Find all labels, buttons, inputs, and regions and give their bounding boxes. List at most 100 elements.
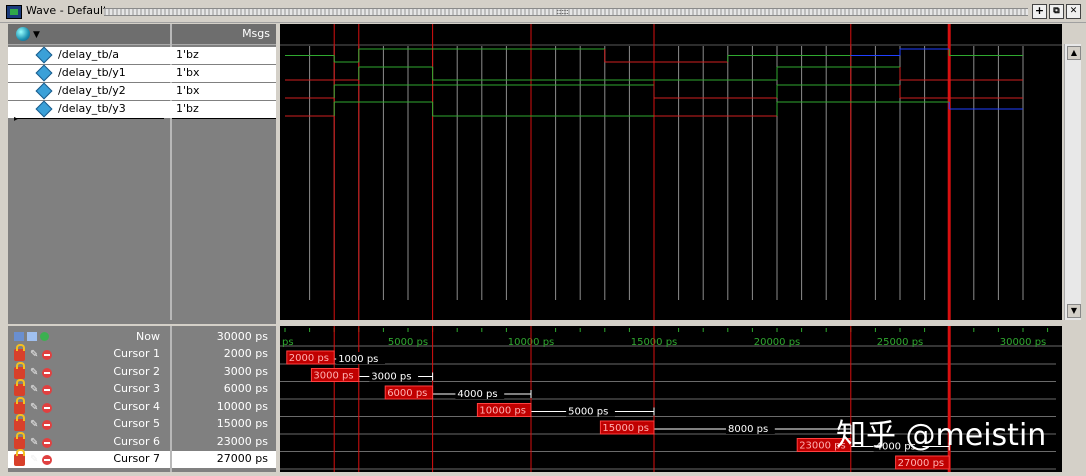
delta-label: 5000 ps (568, 407, 608, 418)
close-button[interactable]: ✕ (1066, 4, 1081, 19)
cursor-value: 27000 ps (216, 452, 268, 465)
signal-value: 1'bx (176, 84, 200, 97)
msgs-header-label: Msgs (242, 27, 270, 40)
cursor-row[interactable]: ✎ Cursor 1 (8, 344, 170, 363)
signal-row-y3[interactable]: /delay_tb/y3 (8, 100, 172, 118)
cursor-label: Cursor 1 (113, 347, 160, 360)
cursor-row-icons[interactable]: ✎ (14, 414, 54, 432)
now-value: 30000 ps (216, 330, 268, 343)
signal-value: 1'bz (176, 102, 199, 115)
signal-value-a: 1'bz (172, 47, 276, 64)
cursor-row-icons[interactable]: ✎ (14, 379, 54, 397)
cursor-label: Cursor 6 (113, 434, 160, 448)
cursor-row-icons[interactable]: ✎ (14, 396, 54, 415)
dock-button[interactable]: + (1032, 4, 1047, 19)
cursor-row[interactable]: ✎ Cursor 5 (8, 414, 170, 433)
pencil-icon[interactable]: ✎ (30, 367, 38, 378)
waveform-canvas[interactable] (280, 24, 1062, 320)
waveform-area[interactable] (280, 24, 1062, 320)
cursor-value-cell[interactable]: 23000 ps (172, 434, 276, 451)
delete-cursor-icon[interactable] (42, 420, 52, 430)
signal-name: /delay_tb/y3 (58, 102, 126, 115)
insert-cursor-icon[interactable] (40, 332, 49, 341)
cursor-value: 15000 ps (216, 417, 268, 430)
scroll-up-icon[interactable]: ▲ (1067, 46, 1081, 60)
ruler-start-label: ps (282, 337, 294, 348)
window-titlebar: Wave - Default ::::::: + ⧉ ✕ (0, 0, 1086, 23)
cursor-row-icons[interactable]: ✎ (14, 431, 54, 450)
navigation-icon[interactable]: ▼ (16, 26, 40, 42)
signal-name: /delay_tb/a (58, 48, 120, 61)
ruler-tick-label: 30000 ps (1000, 337, 1047, 348)
signal-value-y1: 1'bx (172, 65, 276, 82)
delete-cursor-icon[interactable] (42, 367, 52, 378)
pencil-icon[interactable]: ✎ (30, 402, 38, 413)
cursor-time-label: 10000 ps (479, 406, 526, 417)
lock-icon[interactable] (14, 431, 25, 449)
delete-cursor-icon[interactable] (42, 385, 52, 395)
now-row: Now (8, 329, 170, 346)
delete-cursor-icon[interactable] (42, 350, 52, 360)
cursor-value-cell[interactable]: 15000 ps (172, 416, 276, 433)
cursor-label: Cursor 4 (113, 399, 160, 413)
cursor-time-label: 15000 ps (602, 423, 649, 434)
delete-cursor-icon[interactable] (42, 437, 52, 448)
cursor-row[interactable]: ✎ Cursor 7 (8, 449, 170, 468)
cursor-label: Cursor 2 (113, 364, 160, 378)
vertical-scrollbar[interactable]: ▲ ▼ (1064, 44, 1081, 320)
cursor-row[interactable]: ✎ Cursor 4 (8, 396, 170, 416)
lock-icon[interactable] (14, 414, 25, 431)
signal-value-y3: 1'bz (172, 101, 276, 118)
add-cursor-icon[interactable] (14, 332, 24, 341)
cursor-value: 10000 ps (216, 399, 268, 413)
cursor-row-icons[interactable]: ✎ (14, 344, 54, 362)
insertion-marker-values (172, 118, 276, 119)
pencil-icon[interactable]: ✎ (30, 437, 38, 448)
cursor-row[interactable]: ✎ Cursor 3 (8, 379, 170, 398)
scroll-down-icon[interactable]: ▼ (1067, 304, 1081, 318)
cursor-label: Cursor 7 (113, 452, 160, 465)
cursor-row-icons[interactable]: ✎ (14, 361, 54, 380)
cursor-value-cell[interactable]: 6000 ps (172, 381, 276, 398)
watermark-text: 知乎 @meistin (836, 418, 1047, 453)
cursor-row[interactable]: ✎ Cursor 2 (8, 361, 170, 381)
signal-diamond-icon (35, 64, 53, 82)
lock-icon[interactable] (14, 449, 25, 466)
delete-cursor-icon[interactable] (42, 402, 52, 413)
pencil-icon[interactable]: ✎ (30, 349, 38, 360)
delta-label: 8000 ps (728, 424, 768, 435)
lock-icon[interactable] (14, 344, 25, 361)
cursor-value-cell[interactable]: 3000 ps (172, 364, 276, 381)
signal-row-y2[interactable]: /delay_tb/y2 (8, 82, 172, 100)
now-toolbar-icons[interactable] (14, 332, 64, 344)
cursor-label: Cursor 3 (113, 382, 160, 395)
delete-cursor-icon[interactable] (42, 455, 52, 465)
cursor-row[interactable]: ✎ Cursor 6 (8, 431, 170, 451)
cursor-value-cell[interactable]: 27000 ps (172, 451, 276, 468)
signal-value: 1'bz (176, 48, 199, 61)
cursor-value: 6000 ps (223, 382, 268, 395)
window-title: Wave - Default (26, 4, 108, 17)
names-header: ▼ (8, 24, 170, 45)
cursor-label: Cursor 5 (113, 417, 160, 430)
pencil-icon[interactable]: ✎ (30, 454, 38, 465)
pencil-icon[interactable]: ✎ (30, 419, 38, 430)
cursor-value-cell[interactable]: 10000 ps (172, 399, 276, 416)
cursor-time-label: 6000 ps (387, 388, 427, 399)
now-label: Now (136, 330, 160, 343)
signal-value-y2: 1'bx (172, 83, 276, 100)
signal-row-y1[interactable]: /delay_tb/y1 (8, 64, 172, 82)
cursor-value-cell[interactable]: 2000 ps (172, 346, 276, 363)
lock-icon[interactable] (14, 396, 25, 414)
insertion-arrow-icon: ▸ (14, 114, 19, 123)
cursor-row-icons[interactable]: ✎ (14, 449, 54, 467)
lock-icon[interactable] (14, 361, 25, 379)
signal-value: 1'bx (176, 66, 200, 79)
cursor-window-icon[interactable] (27, 332, 37, 341)
insertion-marker (16, 118, 164, 119)
undock-button[interactable]: ⧉ (1049, 4, 1064, 19)
signal-row-a[interactable]: /delay_tb/a (8, 46, 172, 64)
ruler-tick-label: 5000 ps (388, 337, 428, 348)
pencil-icon[interactable]: ✎ (30, 384, 38, 395)
lock-icon[interactable] (14, 379, 25, 396)
